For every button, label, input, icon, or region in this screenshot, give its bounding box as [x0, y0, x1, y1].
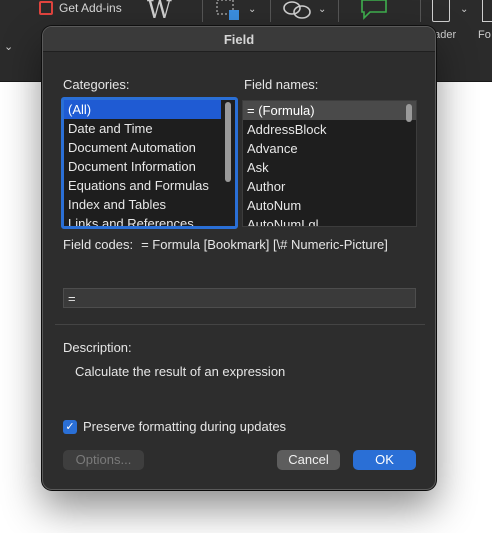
header-icon[interactable] [432, 0, 450, 22]
footer-label: Fo [478, 29, 491, 41]
field-name-item[interactable]: Advance [243, 139, 416, 158]
ok-button[interactable]: OK [353, 450, 416, 470]
category-item[interactable]: Links and References [64, 214, 221, 226]
field-name-item[interactable]: Author [243, 177, 416, 196]
dialog-title: Field [223, 32, 255, 47]
chevron-down-icon[interactable]: ⌄ [4, 40, 13, 53]
category-item[interactable]: (All) [64, 100, 221, 119]
categories-label: Categories: [63, 77, 130, 92]
categories-scrollbar[interactable] [225, 102, 231, 182]
cancel-button[interactable]: Cancel [277, 450, 340, 470]
ribbon-separator [338, 0, 339, 22]
divider [55, 324, 425, 325]
category-item[interactable]: Document Automation [64, 138, 221, 157]
ribbon-separator [202, 0, 203, 22]
field-codes-syntax: = Formula [Bookmark] [\# Numeric-Picture… [141, 237, 388, 252]
wikipedia-icon[interactable]: W [147, 0, 172, 24]
category-item[interactable]: Index and Tables [64, 195, 221, 214]
preserve-formatting-label[interactable]: Preserve formatting during updates [83, 419, 286, 434]
field-names-scrollbar[interactable] [406, 104, 412, 122]
ribbon-separator [270, 0, 271, 22]
field-name-item[interactable]: AutoNumLgl [243, 215, 416, 226]
get-add-ins-button[interactable]: Get Add-ins [39, 1, 122, 15]
field-name-item[interactable]: = (Formula) [243, 101, 416, 120]
category-item[interactable]: Date and Time [64, 119, 221, 138]
description-text: Calculate the result of an expression [75, 364, 286, 379]
field-name-item[interactable]: AddressBlock [243, 120, 416, 139]
checkmark-icon: ✓ [65, 421, 75, 433]
footer-icon[interactable] [482, 0, 492, 22]
category-item[interactable]: Equations and Formulas [64, 176, 221, 195]
field-names-list[interactable]: = (Formula) AddressBlock Advance Ask Author A… [242, 100, 417, 227]
field-code-input[interactable] [63, 288, 416, 308]
link-icon[interactable] [282, 0, 312, 23]
store-icon [39, 1, 53, 15]
field-name-item[interactable]: AutoNum [243, 196, 416, 215]
field-names-label: Field names: [244, 77, 319, 92]
options-button[interactable]: Options... [63, 450, 144, 470]
field-name-item[interactable]: Ask [243, 158, 416, 177]
categories-list[interactable]: (All) Date and Time Document Automation Doc… [61, 97, 238, 229]
image-placeholder-icon[interactable] [216, 0, 242, 25]
chevron-down-icon[interactable]: ⌄ [460, 4, 468, 15]
field-codes-label: Field codes: [63, 237, 134, 252]
field-dialog: Field Categories: Field names: (All) Date… [42, 26, 436, 490]
description-label: Description: [63, 340, 132, 355]
dialog-titlebar[interactable]: Field [43, 27, 435, 52]
chevron-down-icon[interactable]: ⌄ [248, 4, 256, 15]
category-item[interactable]: Document Information [64, 157, 221, 176]
get-add-ins-label: Get Add-ins [59, 1, 122, 15]
preserve-formatting-checkbox[interactable]: ✓ [63, 420, 77, 434]
field-codes-row: Field codes: = Formula [Bookmark] [\# Num… [63, 237, 388, 252]
ribbon-separator [420, 0, 421, 22]
comment-icon[interactable] [360, 0, 390, 25]
chevron-down-icon[interactable]: ⌄ [318, 4, 326, 15]
